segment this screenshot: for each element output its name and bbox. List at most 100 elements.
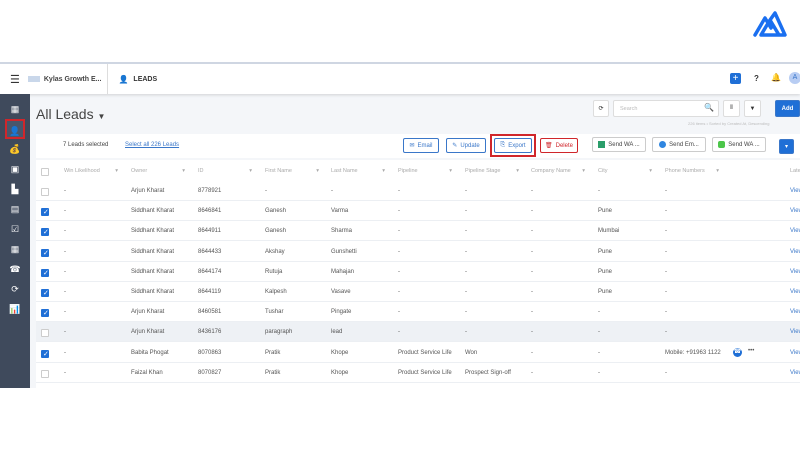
sidebar-calls-icon[interactable]: ☎ <box>8 262 22 276</box>
table-row[interactable]: - Siddhant Kharat 8644174 Rutuja Mahajan - - - P… <box>36 262 800 282</box>
row-checkbox[interactable] <box>41 268 49 277</box>
sidebar-deals-icon[interactable]: 💰 <box>8 142 22 156</box>
avatar[interactable]: A <box>789 72 800 84</box>
row-checkbox[interactable] <box>41 188 49 196</box>
more-icon[interactable]: ••• <box>748 348 754 354</box>
columns-icon[interactable]: ⦀ <box>723 100 740 117</box>
cell-owner[interactable]: Arjun Kharat <box>131 188 164 194</box>
whatsapp-template-icon <box>598 141 606 148</box>
sidebar-calendar-icon[interactable]: ▦ <box>8 242 22 256</box>
cell-city: - <box>598 329 600 336</box>
row-checkbox[interactable] <box>41 228 49 237</box>
add-button[interactable]: Add <box>775 100 800 117</box>
send-wa-button-1[interactable]: Send WA ... <box>592 137 646 152</box>
column-header[interactable]: Owner ▾ <box>131 168 191 174</box>
cell-win: - <box>64 369 66 376</box>
sidebar-reports-icon[interactable]: 📊 <box>8 302 22 316</box>
row-checkbox[interactable] <box>41 309 49 318</box>
table-row[interactable]: - Arjun Kharat 8778921 - - - - - - - View <box>36 181 800 201</box>
column-header[interactable]: Pipeline Stage ▾ <box>465 168 525 174</box>
sidebar-leads-icon[interactable]: 👤 <box>5 119 25 139</box>
cell-owner[interactable]: Siddhant Kharat <box>131 208 174 214</box>
row-checkbox[interactable] <box>41 208 49 217</box>
sidebar-contacts-icon[interactable]: ▣ <box>8 162 22 176</box>
column-header[interactable]: First Name ▾ <box>265 168 325 174</box>
row-checkbox[interactable] <box>41 329 49 338</box>
sidebar-products-icon[interactable]: ▤ <box>8 202 22 216</box>
sidebar-dashboard-icon[interactable]: ▦ <box>8 102 22 116</box>
row-checkbox[interactable] <box>41 349 49 358</box>
column-header[interactable]: ID ▾ <box>198 168 258 174</box>
quick-add-button[interactable]: + <box>730 73 741 84</box>
send-email-button[interactable]: Send Em... <box>652 137 706 152</box>
cell-city: Pune <box>598 208 613 215</box>
cell-latest[interactable]: View <box>790 269 800 275</box>
column-header[interactable]: Pipeline ▾ <box>398 168 458 174</box>
cell-owner[interactable]: Siddhant Kharat <box>131 249 174 255</box>
more-actions-dropdown[interactable]: ▾ <box>779 139 794 154</box>
table-row[interactable]: - Faizal Khan 8070827 Pratik Khope Product Se… <box>36 363 800 383</box>
column-header[interactable]: Phone Numbers ▾ <box>665 168 725 174</box>
cell-latest[interactable]: View <box>790 309 800 315</box>
table-row[interactable]: - Arjun Kharat 8460581 Tushar Pingate - - - - - Vi… <box>36 302 800 323</box>
refresh-button[interactable]: ⟳ <box>593 100 609 117</box>
hamburger-menu-icon[interactable]: ☰ <box>10 73 20 86</box>
cell-owner[interactable]: Arjun Kharat <box>131 329 164 335</box>
help-icon[interactable]: ? <box>754 74 759 83</box>
delete-button[interactable]: 🗑 Delete <box>540 138 578 153</box>
cell-owner[interactable]: Babita Phogat <box>131 350 169 356</box>
table-row[interactable]: - Siddhant Kharat 8644433 Akshay Gunshetti - -… <box>36 242 800 262</box>
cell-owner[interactable]: Siddhant Kharat <box>131 228 174 234</box>
column-header[interactable]: Last Name ▾ <box>331 168 391 174</box>
email-button[interactable]: ✉ Email <box>403 138 439 153</box>
cell-latest[interactable]: View <box>790 350 800 356</box>
row-checkbox[interactable] <box>41 369 49 378</box>
update-button[interactable]: ✎ Update <box>446 138 486 153</box>
select-all-link[interactable]: Select all 226 Leads <box>125 142 179 148</box>
cell-latest[interactable]: View <box>790 289 800 295</box>
column-header[interactable]: Win Likelihood ▾ <box>64 168 124 174</box>
select-all-checkbox[interactable] <box>41 168 49 176</box>
cell-latest[interactable]: View <box>790 188 800 194</box>
column-header[interactable]: City ▾ <box>598 168 658 174</box>
view-selector[interactable]: All Leads ▼ <box>36 106 105 122</box>
table-row[interactable]: - Siddhant Kharat 8644911 Ganesh Sharma - - - Mu… <box>36 221 800 242</box>
row-checkbox[interactable] <box>41 248 49 257</box>
table-row[interactable]: -Siddhant Kharat8068939-Bhatia----Mobile… <box>36 383 800 388</box>
cell-company: - <box>531 329 533 336</box>
column-header[interactable]: Late <box>790 168 800 174</box>
table-row[interactable]: - Siddhant Kharat 8644119 Kalpesh Vasave - - - P… <box>36 282 800 302</box>
export-button[interactable]: ⎘ Export <box>494 138 532 153</box>
org-name[interactable]: Kylas Growth E... <box>44 76 102 83</box>
sidebar-workflow-icon[interactable]: ⟳ <box>8 282 22 296</box>
search-input[interactable]: Search 🔍 <box>613 100 719 117</box>
cell-stage: - <box>465 208 467 215</box>
cell-id: 8644174 <box>198 268 222 275</box>
cell-latest[interactable]: View <box>790 370 800 376</box>
cell-first: Ganesh <box>265 228 287 235</box>
cell-latest[interactable]: View <box>790 228 800 234</box>
cell-owner[interactable]: Siddhant Kharat <box>131 289 174 295</box>
cell-owner[interactable]: Faizal Khan <box>131 370 163 376</box>
send-wa-button-2[interactable]: Send WA ... <box>712 137 766 152</box>
table-row[interactable]: - Siddhant Kharat 8646841 Ganesh Varma - - - Pun… <box>36 201 800 222</box>
table-row[interactable]: - Arjun Kharat 8436176 paragraph lead - - - - - Vi… <box>36 322 800 343</box>
cell-owner[interactable]: Siddhant Kharat <box>131 269 174 275</box>
filter-icon[interactable]: ▼ <box>744 100 761 117</box>
cell-id: 8436176 <box>198 329 222 336</box>
sidebar-companies-icon[interactable]: ▙ <box>8 182 22 196</box>
call-icon[interactable]: ☎ <box>733 347 742 357</box>
column-header[interactable]: Company Name ▾ <box>531 168 591 174</box>
cell-latest[interactable]: View <box>790 329 800 335</box>
search-icon[interactable]: 🔍 <box>704 103 714 112</box>
cell-company: - <box>531 228 533 235</box>
cell-phone: - <box>665 268 667 275</box>
cell-owner[interactable]: Arjun Kharat <box>131 309 164 315</box>
row-checkbox[interactable] <box>41 289 49 297</box>
table-row[interactable]: - Babita Phogat 8070863 Pratik Khope Product … <box>36 343 800 363</box>
notification-bell-icon[interactable]: 🔔 <box>771 73 781 82</box>
cell-latest[interactable]: View <box>790 208 800 214</box>
leads-icon: 👤 <box>118 74 129 84</box>
sidebar-tasks-icon[interactable]: ☑ <box>8 222 22 236</box>
cell-latest[interactable]: View <box>790 249 800 255</box>
